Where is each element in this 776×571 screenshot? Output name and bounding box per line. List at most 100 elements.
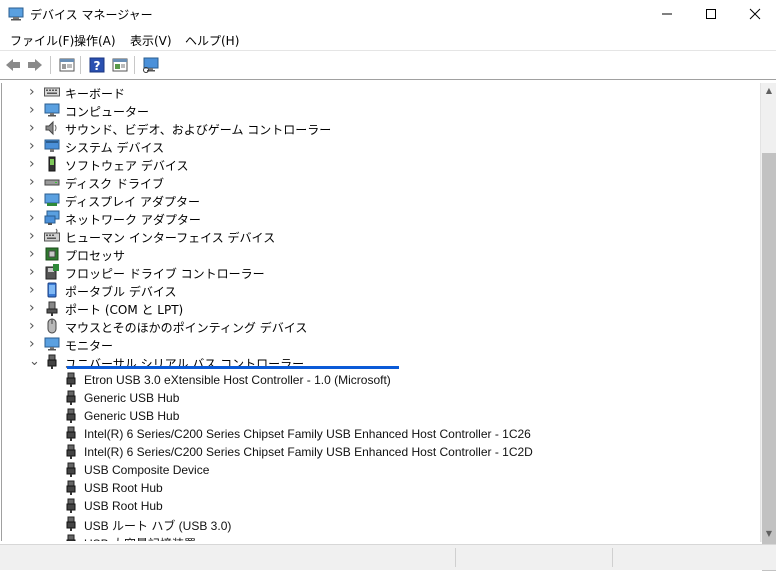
collapse-chevron-icon[interactable]: ⌄ bbox=[29, 355, 40, 368]
toolbar-separator bbox=[80, 56, 81, 74]
forward-icon[interactable] bbox=[26, 56, 44, 74]
device-tree[interactable]: › キーボード › コンピューター › サウンド、ビデオ、およびゲーム コントローラー › シ… bbox=[1, 83, 761, 541]
expand-chevron-icon[interactable]: › bbox=[29, 319, 39, 333]
tree-category-row[interactable]: › ポータブル デバイス bbox=[2, 281, 761, 299]
usb-device-label: Intel(R) 6 Series/C200 Series Chipset Fa… bbox=[84, 445, 533, 459]
menu-help[interactable]: ヘルプ(H) bbox=[185, 32, 239, 49]
tree-category-label: フロッピー ドライブ コントローラー bbox=[65, 267, 265, 281]
tree-category-row[interactable]: › モニター bbox=[2, 335, 761, 353]
usb-device-row[interactable]: USB Root Hub bbox=[2, 479, 761, 497]
usb-device-label: USB Root Hub bbox=[84, 481, 163, 495]
scroll-thumb[interactable] bbox=[762, 153, 776, 571]
scroll-down-button[interactable]: ▼ bbox=[761, 526, 776, 542]
tree-category-label: キーボード bbox=[65, 87, 126, 101]
tree-category-label: ユニバーサル シリアル バス コントローラー bbox=[65, 357, 305, 371]
usb-device-row[interactable]: Intel(R) 6 Series/C200 Series Chipset Fa… bbox=[2, 425, 761, 443]
usb-device-row[interactable]: USB ルート ハブ (USB 3.0) bbox=[2, 515, 761, 533]
tree-category-row[interactable]: › サウンド、ビデオ、およびゲーム コントローラー bbox=[2, 119, 761, 137]
usb-device-icon bbox=[63, 480, 79, 496]
menu-file[interactable]: ファイル(F) bbox=[10, 32, 74, 49]
tree-category-row[interactable]: › マウスとそのほかのポインティング デバイス bbox=[2, 317, 761, 335]
scroll-up-button[interactable]: ▲ bbox=[761, 83, 776, 99]
properties-view-icon[interactable] bbox=[58, 56, 76, 74]
usb-device-row[interactable]: USB 大容量記憶装置 bbox=[2, 533, 761, 541]
tree-category-label: マウスとそのほかのポインティング デバイス bbox=[65, 321, 308, 335]
expand-chevron-icon[interactable]: › bbox=[29, 85, 39, 99]
expand-chevron-icon[interactable]: › bbox=[29, 211, 39, 225]
hid-icon bbox=[44, 228, 60, 244]
expand-chevron-icon[interactable]: › bbox=[29, 337, 39, 351]
toolbar-separator bbox=[134, 56, 135, 74]
menu-view[interactable]: 表示(V) bbox=[130, 32, 172, 49]
expand-chevron-icon[interactable]: › bbox=[29, 247, 39, 261]
back-icon[interactable] bbox=[4, 56, 22, 74]
disk-drive-icon bbox=[44, 174, 60, 190]
expand-chevron-icon[interactable]: › bbox=[29, 193, 39, 207]
tree-category-row[interactable]: › フロッピー ドライブ コントローラー bbox=[2, 263, 761, 281]
tree-category-label: システム デバイス bbox=[65, 141, 165, 155]
tree-category-row[interactable]: › システム デバイス bbox=[2, 137, 761, 155]
expand-chevron-icon[interactable]: › bbox=[29, 283, 39, 297]
tree-category-label: モニター bbox=[65, 339, 114, 353]
tree-category-label: ネットワーク アダプター bbox=[65, 213, 201, 227]
tree-category-row[interactable]: › ヒューマン インターフェイス デバイス bbox=[2, 227, 761, 245]
usb-device-row[interactable]: Etron USB 3.0 eXtensible Host Controller… bbox=[2, 371, 761, 389]
minimize-button[interactable] bbox=[644, 0, 690, 28]
usb-device-row[interactable]: USB Root Hub bbox=[2, 497, 761, 515]
monitor-scan-icon[interactable] bbox=[142, 56, 160, 74]
tree-category-row[interactable]: › ポート (COM と LPT) bbox=[2, 299, 761, 317]
computer-icon bbox=[44, 102, 60, 118]
expand-chevron-icon[interactable]: › bbox=[29, 121, 39, 135]
usb-device-label: Generic USB Hub bbox=[84, 391, 180, 405]
monitor-icon bbox=[44, 336, 60, 352]
expand-chevron-icon[interactable]: › bbox=[29, 265, 39, 279]
mouse-icon bbox=[44, 318, 60, 334]
menu-action[interactable]: 操作(A) bbox=[74, 32, 116, 49]
expand-chevron-icon[interactable]: › bbox=[29, 229, 39, 243]
usb-device-icon bbox=[63, 444, 79, 460]
status-bar bbox=[0, 544, 776, 570]
tree-category-row[interactable]: › プロセッサ bbox=[2, 245, 761, 263]
expand-chevron-icon[interactable]: › bbox=[29, 157, 39, 171]
usb-device-icon bbox=[63, 390, 79, 406]
help-icon[interactable]: ? bbox=[88, 56, 106, 74]
usb-device-icon bbox=[63, 516, 79, 532]
expand-chevron-icon[interactable]: › bbox=[29, 139, 39, 153]
maximize-button[interactable] bbox=[688, 0, 734, 28]
expand-chevron-icon[interactable]: › bbox=[29, 103, 39, 117]
window-title: デバイス マネージャー bbox=[30, 8, 153, 22]
tree-category-row[interactable]: › コンピューター bbox=[2, 101, 761, 119]
usb-device-row[interactable]: Generic USB Hub bbox=[2, 389, 761, 407]
usb-device-icon bbox=[63, 426, 79, 442]
usb-device-label: USB 大容量記憶装置 bbox=[84, 535, 196, 541]
tree-category-row[interactable]: › ネットワーク アダプター bbox=[2, 209, 761, 227]
usb-device-label: Etron USB 3.0 eXtensible Host Controller… bbox=[84, 373, 391, 387]
status-divider bbox=[455, 548, 456, 567]
vertical-scrollbar[interactable]: ▲ ▼ bbox=[760, 83, 776, 571]
toolbar: ? bbox=[0, 50, 776, 80]
usb-device-label: USB Root Hub bbox=[84, 499, 163, 513]
expand-chevron-icon[interactable]: › bbox=[29, 175, 39, 189]
tree-category-row[interactable]: › ディスプレイ アダプター bbox=[2, 191, 761, 209]
close-button[interactable] bbox=[732, 0, 776, 28]
usb-device-row[interactable]: Intel(R) 6 Series/C200 Series Chipset Fa… bbox=[2, 443, 761, 461]
usb-device-row[interactable]: Generic USB Hub bbox=[2, 407, 761, 425]
selection-underline bbox=[67, 366, 399, 369]
usb-device-icon bbox=[63, 372, 79, 388]
usb-device-label: USB ルート ハブ (USB 3.0) bbox=[84, 519, 232, 533]
tree-category-label: サウンド、ビデオ、およびゲーム コントローラー bbox=[65, 123, 332, 137]
tree-category-row[interactable]: › キーボード bbox=[2, 83, 761, 101]
properties-icon[interactable] bbox=[111, 56, 129, 74]
expand-chevron-icon[interactable]: › bbox=[29, 301, 39, 315]
svg-text:?: ? bbox=[94, 59, 101, 73]
processor-icon bbox=[44, 246, 60, 262]
system-device-icon bbox=[44, 138, 60, 154]
usb-device-label: Intel(R) 6 Series/C200 Series Chipset Fa… bbox=[84, 427, 531, 441]
tree-category-label: ディスク ドライブ bbox=[65, 177, 164, 191]
usb-device-label: USB Composite Device bbox=[84, 463, 210, 477]
tree-category-row[interactable]: › ソフトウェア デバイス bbox=[2, 155, 761, 173]
tree-category-label: ヒューマン インターフェイス デバイス bbox=[65, 231, 276, 245]
tree-category-row[interactable]: › ディスク ドライブ bbox=[2, 173, 761, 191]
display-adapter-icon bbox=[44, 192, 60, 208]
usb-device-row[interactable]: USB Composite Device bbox=[2, 461, 761, 479]
